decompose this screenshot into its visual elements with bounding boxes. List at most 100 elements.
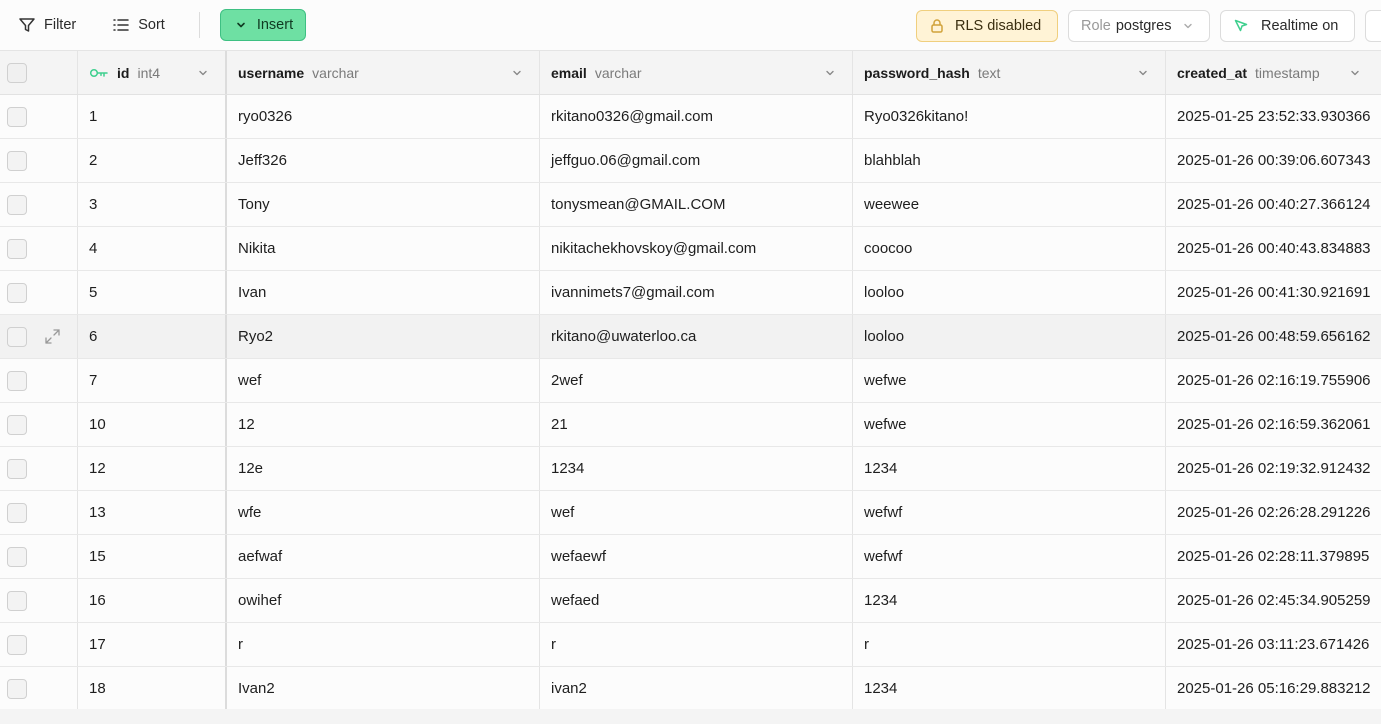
cell-username[interactable]: ryo0326 [227,95,540,138]
cell-username[interactable]: Jeff326 [227,139,540,182]
realtime-button[interactable]: Realtime on [1220,10,1355,42]
row-checkbox[interactable] [7,194,27,215]
row-checkbox[interactable] [7,238,27,259]
table-row[interactable]: 15 aefwaf wefaewf wefwf 2025-01-26 02:28:11.… [0,535,1381,579]
cell-email[interactable]: rkitano0326@gmail.com [540,95,853,138]
chevron-down-icon[interactable] [511,67,523,79]
cell-email[interactable]: 2wef [540,359,853,402]
cell-password-hash[interactable]: r [853,623,1166,666]
chevron-down-icon[interactable] [1349,67,1361,79]
cell-password-hash[interactable]: 1234 [853,579,1166,622]
row-checkbox[interactable] [7,326,27,347]
column-header-username[interactable]: username varchar [227,51,540,94]
column-header-created-at[interactable]: created_at timestamp [1166,51,1381,94]
table-row[interactable]: 2 Jeff326 jeffguo.06@gmail.com blahblah 2025… [0,139,1381,183]
cell-id[interactable]: 6 [78,315,227,358]
cell-id[interactable]: 15 [78,535,227,578]
cell-created-at[interactable]: 2025-01-26 02:28:11.379895 [1166,535,1381,578]
cell-email[interactable]: nikitachekhovskoy@gmail.com [540,227,853,270]
cell-username[interactable]: wef [227,359,540,402]
cell-id[interactable]: 18 [78,667,227,710]
cell-id[interactable]: 3 [78,183,227,226]
cell-created-at[interactable]: 2025-01-26 02:16:19.755906 [1166,359,1381,402]
rls-status-button[interactable]: RLS disabled [916,10,1058,42]
table-row[interactable]: 3 Tony tonysmean@GMAIL.COM weewee 2025-01-26… [0,183,1381,227]
cell-created-at[interactable]: 2025-01-26 03:11:23.671426 [1166,623,1381,666]
cell-password-hash[interactable]: wefwe [853,359,1166,402]
cell-username[interactable]: Ivan2 [227,667,540,710]
cell-username[interactable]: wfe [227,491,540,534]
cell-password-hash[interactable]: looloo [853,271,1166,314]
cell-created-at[interactable]: 2025-01-26 02:19:32.912432 [1166,447,1381,490]
cell-email[interactable]: wefaed [540,579,853,622]
cell-id[interactable]: 2 [78,139,227,182]
cell-id[interactable]: 17 [78,623,227,666]
sort-button[interactable]: Sort [102,10,175,40]
cell-password-hash[interactable]: looloo [853,315,1166,358]
cell-username[interactable]: 12e [227,447,540,490]
cell-username[interactable]: r [227,623,540,666]
expand-row-icon[interactable] [44,328,61,345]
row-checkbox[interactable] [7,634,27,655]
row-checkbox[interactable] [7,546,27,567]
cell-password-hash[interactable]: wefwf [853,491,1166,534]
cell-password-hash[interactable]: 1234 [853,667,1166,710]
cell-created-at[interactable]: 2025-01-26 00:48:59.656162 [1166,315,1381,358]
cell-created-at[interactable]: 2025-01-26 02:26:28.291226 [1166,491,1381,534]
cell-email[interactable]: ivan2 [540,667,853,710]
cell-created-at[interactable]: 2025-01-26 00:40:27.366124 [1166,183,1381,226]
column-header-password-hash[interactable]: password_hash text [853,51,1166,94]
table-row[interactable]: 18 Ivan2 ivan2 1234 2025-01-26 05:16:29.8832… [0,667,1381,711]
cell-email[interactable]: rkitano@uwaterloo.ca [540,315,853,358]
row-checkbox[interactable] [7,106,27,127]
table-row[interactable]: 4 Nikita nikitachekhovskoy@gmail.com coocoo… [0,227,1381,271]
row-checkbox[interactable] [7,458,27,479]
row-checkbox[interactable] [7,150,27,171]
cell-email[interactable]: wef [540,491,853,534]
table-row[interactable]: 1 ryo0326 rkitano0326@gmail.com Ryo0326kita… [0,95,1381,139]
chevron-down-icon[interactable] [824,67,836,79]
role-select[interactable]: Role postgres [1068,10,1210,42]
cell-username[interactable]: Nikita [227,227,540,270]
cell-id[interactable]: 5 [78,271,227,314]
cell-password-hash[interactable]: coocoo [853,227,1166,270]
cell-id[interactable]: 7 [78,359,227,402]
cell-created-at[interactable]: 2025-01-26 02:45:34.905259 [1166,579,1381,622]
select-all-checkbox[interactable] [7,62,27,83]
cell-username[interactable]: Ryo2 [227,315,540,358]
cell-email[interactable]: 21 [540,403,853,446]
cell-id[interactable]: 4 [78,227,227,270]
row-checkbox[interactable] [7,502,27,523]
cell-id[interactable]: 16 [78,579,227,622]
cell-password-hash[interactable]: Ryo0326kitano! [853,95,1166,138]
table-row[interactable]: 13 wfe wef wefwf 2025-01-26 02:26:28.291226 [0,491,1381,535]
cell-email[interactable]: 1234 [540,447,853,490]
cell-email[interactable]: tonysmean@GMAIL.COM [540,183,853,226]
cell-username[interactable]: owihef [227,579,540,622]
cell-password-hash[interactable]: wefwf [853,535,1166,578]
cell-password-hash[interactable]: blahblah [853,139,1166,182]
more-button[interactable] [1365,10,1381,42]
cell-id[interactable]: 12 [78,447,227,490]
chevron-down-icon[interactable] [1137,67,1149,79]
cell-password-hash[interactable]: 1234 [853,447,1166,490]
table-row[interactable]: 17 r r r 2025-01-26 03:11:23.671426 [0,623,1381,667]
cell-id[interactable]: 1 [78,95,227,138]
chevron-down-icon[interactable] [197,67,209,79]
cell-email[interactable]: ivannimets7@gmail.com [540,271,853,314]
cell-password-hash[interactable]: weewee [853,183,1166,226]
table-row[interactable]: 7 wef 2wef wefwe 2025-01-26 02:16:19.755906 [0,359,1381,403]
column-header-email[interactable]: email varchar [540,51,853,94]
cell-created-at[interactable]: 2025-01-25 23:52:33.930366 [1166,95,1381,138]
cell-created-at[interactable]: 2025-01-26 05:16:29.883212 [1166,667,1381,710]
cell-created-at[interactable]: 2025-01-26 02:16:59.362061 [1166,403,1381,446]
row-checkbox[interactable] [7,590,27,611]
table-row[interactable]: 5 Ivan ivannimets7@gmail.com looloo 2025-01-… [0,271,1381,315]
row-checkbox[interactable] [7,370,27,391]
row-checkbox[interactable] [7,282,27,303]
table-row[interactable]: 12 12e 1234 1234 2025-01-26 02:19:32.912432 [0,447,1381,491]
cell-created-at[interactable]: 2025-01-26 00:40:43.834883 [1166,227,1381,270]
cell-username[interactable]: 12 [227,403,540,446]
cell-email[interactable]: wefaewf [540,535,853,578]
cell-username[interactable]: Ivan [227,271,540,314]
